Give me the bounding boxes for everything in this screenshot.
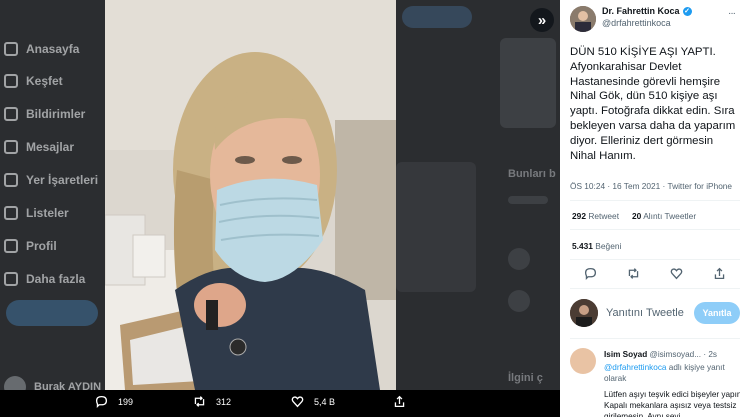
- viewer-action-bar: 199 312 5,4 B: [0, 390, 560, 417]
- expand-panel-button[interactable]: »: [530, 8, 554, 32]
- nav-home: Anasayfa: [0, 34, 79, 64]
- user-avatar: [570, 299, 598, 327]
- tweet-text: DÜN 510 KİŞİYE AŞI YAPTI. Afyonkarahisar…: [570, 46, 736, 162]
- retweet-icon: [194, 396, 205, 407]
- share-icon: [714, 267, 725, 280]
- heart-icon: [670, 268, 683, 280]
- hashtag-icon: [4, 74, 18, 88]
- tweet-actions: [560, 262, 740, 286]
- bg-image-block-2: [396, 162, 476, 292]
- retweet-icon: [628, 268, 639, 279]
- list-icon: [4, 206, 18, 220]
- reply-text: Lütfen aşıyı teşvik edici bişeyler yapın…: [604, 390, 740, 417]
- tweet-detail-panel: Dr. Fahrettin Koca ✓ @drfahrettinkoca ···…: [560, 0, 740, 417]
- divider: [570, 229, 740, 230]
- like-stats[interactable]: 5.431 Beğeni: [572, 241, 621, 251]
- bg-search: [402, 6, 472, 28]
- nav-messages: Mesajlar: [0, 132, 74, 162]
- author-handle[interactable]: @drfahrettinkoca: [602, 18, 692, 28]
- divider: [570, 288, 740, 289]
- bg-tweet-button: [6, 300, 98, 326]
- reply-button[interactable]: [584, 267, 597, 285]
- tweet-meta[interactable]: ÖS 10:24 · 16 Tem 2021 · Twitter for iPh…: [570, 181, 732, 191]
- viewer-retweet-button[interactable]: 312: [193, 395, 231, 408]
- share-button[interactable]: [713, 267, 726, 285]
- verified-badge-icon: ✓: [682, 6, 692, 16]
- reply-avatar[interactable]: [570, 348, 596, 374]
- divider: [570, 259, 740, 260]
- tweet-photo: [105, 0, 396, 390]
- photo-image: [105, 0, 396, 390]
- reply-author[interactable]: Isim Soyad @isimsoyad... · 2s: [604, 350, 717, 359]
- share-icon: [394, 395, 405, 408]
- profile-icon: [4, 239, 18, 253]
- bg-section-title-2: İlgini ç: [508, 372, 543, 384]
- like-button[interactable]: [670, 267, 683, 285]
- bg-line: [508, 196, 548, 204]
- reply-icon: [95, 395, 108, 408]
- viewer-like-button[interactable]: 5,4 B: [291, 395, 335, 408]
- quote-stats[interactable]: 20 Alıntı Tweetler: [632, 211, 696, 221]
- mail-icon: [4, 140, 18, 154]
- heart-icon: [291, 396, 304, 408]
- viewer-share-button[interactable]: [393, 395, 406, 408]
- nav-more: Daha fazla: [0, 264, 85, 294]
- divider: [570, 200, 740, 201]
- viewer-reply-button[interactable]: 199: [95, 395, 133, 408]
- nav-lists: Listeler: [0, 198, 69, 228]
- chevrons-right-icon: »: [537, 11, 547, 29]
- reply-input[interactable]: Yanıtını Tweetle: [606, 307, 684, 319]
- bell-icon: [4, 107, 18, 121]
- reply-submit-button[interactable]: Yanıtla: [694, 302, 740, 324]
- nav-bookmarks: Yer İşaretleri: [0, 165, 98, 195]
- bg-section-title: Bunları b: [508, 168, 556, 180]
- divider: [570, 338, 740, 339]
- retweet-button[interactable]: [627, 267, 640, 285]
- more-circle-icon: [4, 272, 18, 286]
- home-icon: [4, 42, 18, 56]
- tweet-author: Dr. Fahrettin Koca ✓ @drfahrettinkoca: [570, 6, 692, 32]
- bg-image-block: [500, 38, 556, 128]
- reply-icon: [584, 267, 597, 280]
- author-name[interactable]: Dr. Fahrettin Koca: [602, 6, 680, 16]
- more-options-icon[interactable]: ···: [728, 8, 736, 19]
- nav-explore: Keşfet: [0, 66, 63, 96]
- bg-avatar: [508, 290, 530, 312]
- bookmark-icon: [4, 173, 18, 187]
- nav-notifications: Bildirimler: [0, 99, 85, 129]
- retweet-stats[interactable]: 292 Retweet: [572, 211, 619, 221]
- author-avatar[interactable]: [570, 6, 596, 32]
- bg-avatar: [508, 248, 530, 270]
- nav-profile: Profil: [0, 231, 57, 261]
- replying-to: @drfahrettinkoca adlı kişiye yanıt olara…: [604, 363, 725, 383]
